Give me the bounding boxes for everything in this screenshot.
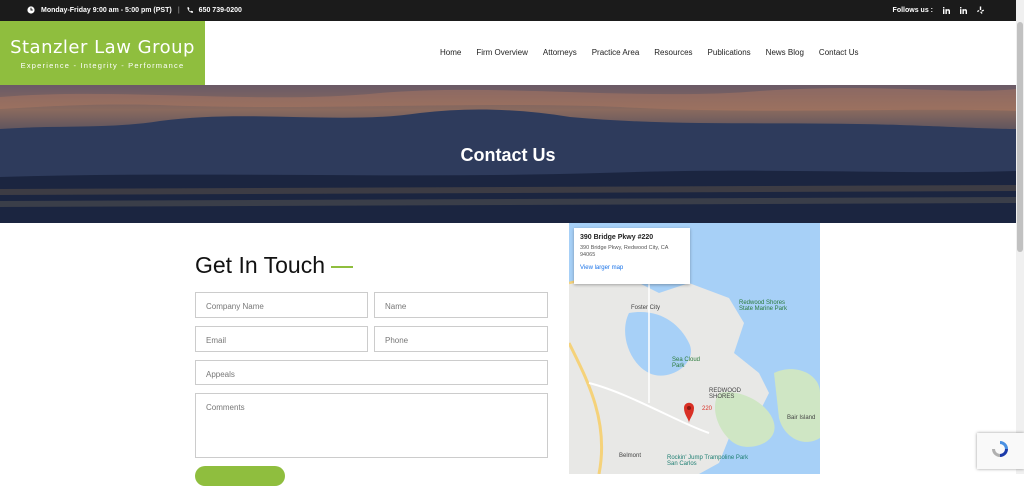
clock-icon bbox=[27, 6, 35, 14]
view-larger-map-link[interactable]: View larger map bbox=[580, 265, 684, 271]
title-underline bbox=[331, 265, 353, 268]
main-nav: Home Firm Overview Attorneys Practice Ar… bbox=[440, 48, 859, 57]
map-card-title: 390 Bridge Pkwy #220 bbox=[580, 234, 654, 241]
map-embed[interactable]: 390 Bridge Pkwy #220 390 Bridge Pkwy, Re… bbox=[569, 223, 820, 474]
comments-placeholder: Comments bbox=[206, 403, 245, 412]
top-bar: Monday-Friday 9:00 am - 5:00 pm (PST) | … bbox=[0, 0, 1024, 21]
linkedin-icon-2[interactable] bbox=[960, 6, 967, 14]
map-label-pin: 220 bbox=[702, 406, 713, 412]
nav-item-attorneys[interactable]: Attorneys bbox=[543, 48, 577, 57]
page-scrollbar[interactable] bbox=[1016, 0, 1024, 474]
comments-textarea[interactable]: Comments bbox=[195, 393, 548, 458]
logo-tagline: Experience - Integrity - Performance bbox=[20, 61, 185, 70]
business-hours: Monday-Friday 9:00 am - 5:00 pm (PST) bbox=[41, 6, 172, 14]
top-bar-contact: Monday-Friday 9:00 am - 5:00 pm (PST) | … bbox=[27, 6, 242, 14]
phone-placeholder: Phone bbox=[385, 336, 409, 345]
company-name-input[interactable]: Company Name bbox=[195, 292, 368, 318]
recaptcha-icon bbox=[992, 441, 1008, 457]
map-card-address: 390 Bridge Pkwy, Redwood City, CA 94065 bbox=[580, 245, 669, 258]
name-input[interactable]: Name bbox=[374, 292, 548, 318]
submit-button[interactable] bbox=[195, 466, 285, 486]
map-label-sea-cloud: Sea Cloud Park bbox=[672, 357, 701, 369]
scrollbar-thumb[interactable] bbox=[1017, 22, 1023, 252]
form-heading: Get In Touch bbox=[195, 252, 353, 279]
company-name-placeholder: Company Name bbox=[206, 302, 264, 311]
map-label-redwood-shores: REDWOOD SHORES bbox=[709, 388, 741, 400]
form-title: Get In Touch bbox=[195, 252, 325, 278]
map-label-belmont: Belmont bbox=[619, 453, 642, 459]
yelp-icon[interactable] bbox=[977, 6, 984, 14]
nav-item-publications[interactable]: Publications bbox=[708, 48, 751, 57]
hero-title: Contact Us bbox=[460, 145, 556, 165]
map-info-card: 390 Bridge Pkwy #220 390 Bridge Pkwy, Re… bbox=[574, 228, 690, 284]
divider: | bbox=[177, 6, 180, 14]
nav-item-contact-us[interactable]: Contact Us bbox=[819, 48, 859, 57]
appeals-placeholder: Appeals bbox=[206, 370, 235, 379]
phone-number[interactable]: 650 739-0200 bbox=[199, 7, 242, 14]
map-label-bair-island: Bair Island bbox=[787, 415, 816, 421]
name-placeholder: Name bbox=[385, 302, 407, 311]
nav-item-practice-area[interactable]: Practice Area bbox=[592, 48, 640, 57]
hero-banner: Contact Us bbox=[0, 85, 1016, 223]
logo[interactable]: Stanzler Law Group Experience - Integrit… bbox=[0, 21, 205, 85]
map-label-rockin: Rockin' Jump Trampoline Park San Carlos bbox=[667, 455, 749, 467]
email-input[interactable]: Email bbox=[195, 326, 368, 352]
appeals-input[interactable]: Appeals bbox=[195, 360, 548, 385]
recaptcha-badge[interactable] bbox=[977, 433, 1024, 469]
email-placeholder: Email bbox=[206, 336, 227, 345]
nav-item-firm-overview[interactable]: Firm Overview bbox=[476, 48, 528, 57]
linkedin-icon[interactable] bbox=[943, 6, 950, 14]
phone-icon bbox=[186, 6, 193, 14]
nav-item-news-blog[interactable]: News Blog bbox=[766, 48, 804, 57]
logo-name: Stanzler Law Group bbox=[10, 37, 195, 58]
map-label-marine-park: Redwood Shores State Marine Park bbox=[739, 300, 788, 312]
follow-label: Follows us : bbox=[892, 6, 933, 14]
site-header: Stanzler Law Group Experience - Integrit… bbox=[0, 21, 1016, 85]
social-links: Follows us : bbox=[893, 6, 984, 14]
nav-item-home[interactable]: Home bbox=[440, 48, 461, 57]
nav-item-resources[interactable]: Resources bbox=[654, 48, 692, 57]
phone-input[interactable]: Phone bbox=[374, 326, 548, 352]
map-label-foster-city: Foster City bbox=[631, 305, 661, 311]
